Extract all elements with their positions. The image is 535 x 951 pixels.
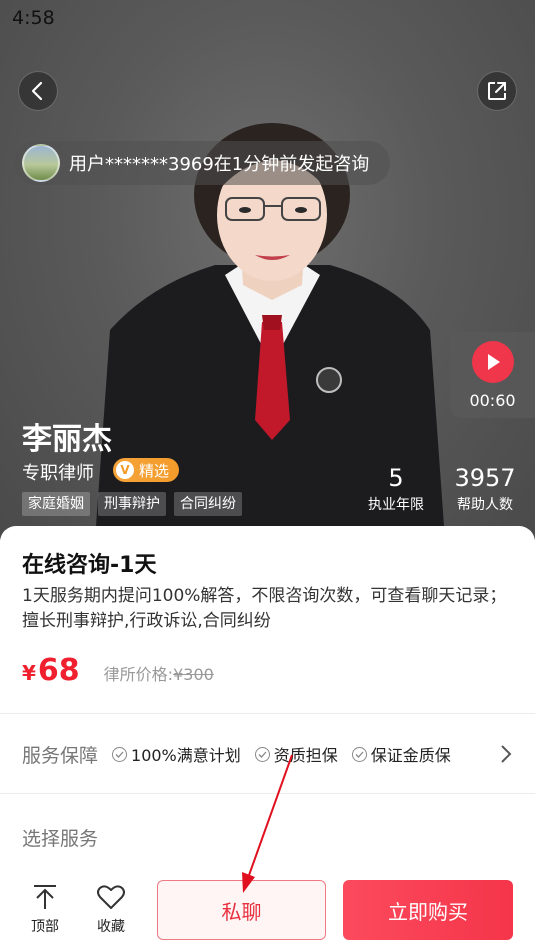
consult-notice: 用户*******3969在1分钟前发起咨询 — [14, 141, 390, 185]
specialty-tag: 家庭婚姻 — [22, 492, 90, 516]
specialty-tag: 合同纠纷 — [174, 492, 242, 516]
price-value: 68 — [37, 653, 80, 688]
status-time: 4:58 — [12, 7, 55, 29]
stat-helped: 3957 帮助人数 — [450, 464, 520, 514]
guarantee-item: 保证金质保 — [351, 742, 451, 766]
share-button[interactable] — [477, 71, 517, 111]
price-row: ¥ 68 律所价格: ¥300 — [22, 653, 214, 688]
chevron-right-icon[interactable] — [500, 745, 512, 763]
divider — [0, 793, 535, 794]
stat-value: 3957 — [454, 464, 516, 492]
lawyer-hero: 4:58 用户*******3969在1分钟前发起咨询 00:60 李丽杰 专职… — [0, 0, 535, 540]
v-icon: V — [116, 461, 134, 479]
divider — [0, 713, 535, 714]
bottom-action-bar: 顶部 收藏 私聊 立即购买 — [0, 874, 535, 951]
service-description: 1天服务期内提问100%解答，不限咨询次数，可查看聊天记录；擅长刑事辩护,行政诉… — [22, 586, 507, 631]
original-price: ¥300 — [173, 665, 214, 684]
currency-symbol: ¥ — [22, 661, 36, 685]
to-top-button[interactable]: 顶部 — [20, 884, 70, 936]
badge-label: 精选 — [139, 461, 170, 480]
guarantee-text: 资质担保 — [273, 746, 338, 765]
video-preview[interactable]: 00:60 — [450, 332, 535, 418]
buy-now-button[interactable]: 立即购买 — [343, 880, 513, 940]
stat-value: 5 — [388, 464, 404, 492]
stat-label: 执业年限 — [368, 497, 424, 513]
guarantee-item: 100%满意计划 — [112, 742, 241, 766]
guarantee-text: 100%满意计划 — [131, 746, 241, 765]
back-button[interactable] — [18, 71, 58, 111]
to-top-label: 顶部 — [31, 919, 59, 935]
guarantee-text: 保证金质保 — [370, 746, 451, 765]
check-circle-icon — [351, 746, 367, 762]
to-top-icon — [34, 885, 56, 909]
notice-text: 用户*******3969在1分钟前发起咨询 — [69, 154, 370, 175]
play-icon — [487, 353, 500, 370]
stat-label: 帮助人数 — [457, 497, 513, 513]
check-circle-icon — [254, 746, 270, 762]
back-icon — [31, 81, 43, 101]
service-title: 在线咨询-1天 — [22, 553, 157, 578]
video-duration: 00:60 — [469, 390, 516, 410]
lawyer-name: 李丽杰 — [22, 422, 112, 457]
heart-icon — [97, 885, 125, 909]
lawyer-title: 专职律师 — [22, 463, 94, 484]
guarantee-title: 服务保障 — [22, 744, 99, 767]
favorite-label: 收藏 — [97, 919, 125, 935]
guarantee-item: 资质担保 — [254, 742, 338, 766]
avatar — [22, 144, 60, 182]
stat-years: 5 执业年限 — [361, 464, 431, 514]
play-button[interactable] — [471, 340, 514, 383]
share-icon — [488, 82, 506, 100]
private-chat-button[interactable]: 私聊 — [157, 880, 326, 940]
featured-badge: V 精选 — [113, 458, 179, 482]
specialty-tags: 家庭婚姻 刑事辩护 合同纠纷 — [22, 492, 242, 516]
favorite-button[interactable]: 收藏 — [86, 884, 136, 936]
service-guarantee-row[interactable]: 服务保障 100%满意计划 资质担保 保证金质保 — [22, 741, 522, 767]
specialty-tag: 刑事辩护 — [98, 492, 166, 516]
check-circle-icon — [112, 746, 128, 762]
original-price-label: 律所价格: — [103, 665, 174, 684]
choose-service[interactable]: 选择服务 — [22, 824, 98, 851]
